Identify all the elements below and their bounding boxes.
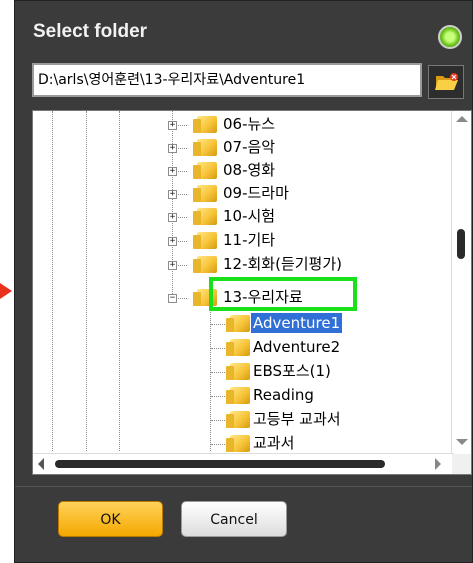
select-folder-dialog: Select folder D:\arls\영어훈련\13-우리자료\Adven… [14,0,473,563]
browse-folder-button[interactable] [428,65,464,99]
tree-guide-line [119,111,120,451]
footer-divider [15,486,472,487]
folder-icon [193,208,217,225]
folder-icon [193,162,217,179]
expand-icon[interactable]: + [168,144,177,153]
folder-tree[interactable]: + 06-뉴스 + 07-음악 + 08-영화 + 09-드라마 + 10-시험 [32,110,472,475]
vertical-scroll-thumb[interactable] [457,229,465,259]
vertical-scrollbar[interactable] [451,111,471,454]
highlight-box [209,277,357,311]
tree-item-label: Adventure1 [251,313,343,333]
folder-open-icon [435,73,458,90]
folder-icon [226,435,250,452]
tree-item-label: EBS포스(1) [253,362,331,380]
horizontal-scrollbar[interactable] [33,453,454,474]
tree-guide-line [86,111,87,451]
horizontal-scroll-thumb[interactable] [55,460,385,468]
expand-icon[interactable]: + [168,213,177,222]
tree-item-label: 교과서 [253,434,295,452]
tree-item-label: 고등부 교과서 [253,410,341,428]
path-input[interactable]: D:\arls\영어훈련\13-우리자료\Adventure1 [32,63,422,97]
tree-item-label: 09-드라마 [223,184,289,202]
folder-icon [193,256,217,273]
tree-item-label: 11-기타 [223,231,276,249]
expand-icon[interactable]: + [168,190,177,199]
scroll-left-icon[interactable] [38,458,44,470]
scroll-right-icon[interactable] [435,458,441,470]
collapse-icon[interactable]: − [168,294,177,303]
tree-item-label: 10-시험 [223,207,276,225]
folder-icon [226,339,250,356]
tree-item-label: 08-영화 [223,161,276,179]
expand-icon[interactable]: + [168,237,177,246]
expand-icon[interactable]: + [168,261,177,270]
expand-icon[interactable]: + [168,121,177,130]
folder-icon [226,315,250,332]
scroll-up-icon[interactable] [456,116,468,122]
tree-item-label: Adventure2 [253,338,341,356]
folder-icon [193,116,217,133]
expand-icon[interactable]: + [168,167,177,176]
dialog-title: Select folder [33,21,148,42]
folder-icon [193,139,217,156]
cancel-button[interactable]: Cancel [181,501,287,537]
tree-guide-line [210,306,211,451]
folder-icon [226,363,250,380]
folder-icon [193,185,217,202]
tree-item-label: 06-뉴스 [223,115,276,133]
folder-icon [193,232,217,249]
tree-item-label: Reading [253,386,314,404]
tree-item-label: 12-회화(듣기평가) [223,255,343,273]
ok-button[interactable]: OK [58,501,163,537]
folder-icon [226,411,250,428]
folder-icon [226,387,250,404]
pointer-arrow-marker [0,283,12,299]
tree-guide-line [52,111,53,451]
close-icon[interactable] [438,25,462,49]
tree-item-label: 07-음악 [223,138,276,156]
scrollbar-corner [452,454,471,474]
scroll-down-icon[interactable] [456,439,468,445]
